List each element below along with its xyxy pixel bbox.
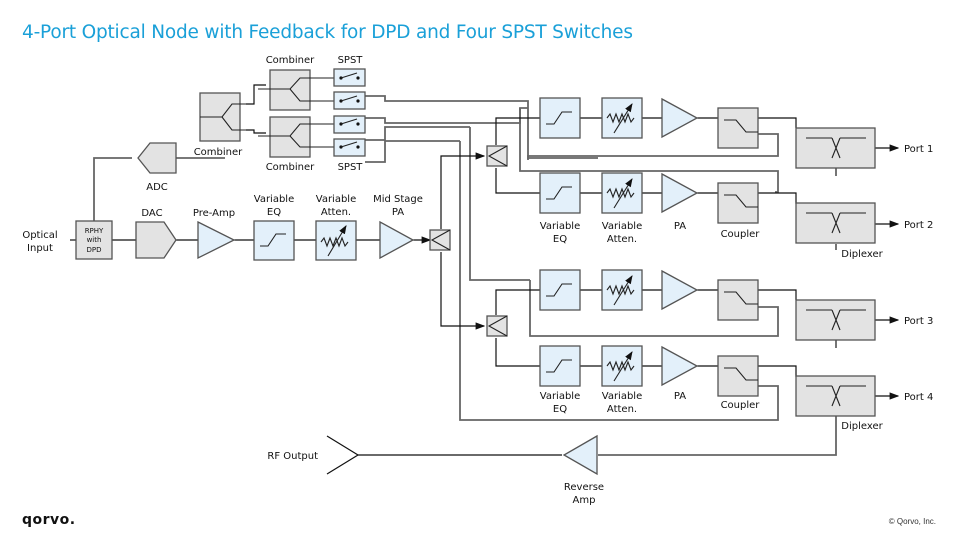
pa-1 (661, 97, 699, 139)
spst-switch-1 (333, 68, 366, 87)
combiner-bottom-label: Combiner (266, 162, 315, 173)
row2-eq-label-2: EQ (553, 234, 567, 245)
row4-att-label-2: Atten. (607, 404, 637, 415)
block-diagram: RPHY with DPD Optical Input DAC Pre-Amp … (22, 55, 933, 506)
variable-attenuator-block-main: Variable Atten. (315, 194, 357, 261)
preamp-label: Pre-Amp (193, 208, 235, 219)
row2-att-label: Variable (602, 221, 643, 232)
rf-output-label: RF Output (267, 451, 318, 462)
preamp-block: Pre-Amp (193, 208, 236, 260)
mid-stage-pa-block: Mid Stage PA (373, 194, 423, 260)
reverse-amp-block: Reverse Amp (562, 434, 604, 506)
pa-4 (661, 345, 699, 387)
pa-2 (661, 172, 699, 214)
row4-eq-label-2: EQ (553, 404, 567, 415)
splitter-top (486, 145, 508, 167)
spst-switch-3 (333, 115, 366, 134)
combiner-main-label: Combiner (194, 147, 243, 158)
pa-3 (661, 269, 699, 311)
row4-pa-label: PA (674, 391, 686, 402)
variable-eq-2 (539, 172, 581, 214)
forward-wires (70, 117, 900, 456)
variable-eq-4 (539, 345, 581, 387)
row4-eq-label: Variable (540, 391, 581, 402)
diplexer-label-1: Diplexer (841, 249, 883, 260)
dac-block: DAC (135, 208, 177, 259)
spst-switch-2 (333, 91, 366, 110)
rphy-with-dpd-block: RPHY with DPD (75, 220, 113, 260)
port-1-label: Port 1 (904, 144, 933, 155)
output-chain-2 (539, 172, 876, 244)
splitter-main (429, 229, 451, 251)
variable-eq-block-main: Variable EQ (253, 194, 295, 261)
coupler-4 (717, 355, 759, 397)
dac-label: DAC (141, 208, 162, 219)
combiner-top-block: Combiner (258, 55, 340, 111)
port-2-label: Port 2 (904, 220, 933, 231)
splitter-bottom (486, 315, 508, 337)
variable-eq-1 (539, 97, 581, 139)
rphy-label-1: RPHY (85, 227, 104, 235)
row2-eq-label: Variable (540, 221, 581, 232)
coupler-3 (717, 279, 759, 321)
variable-atten-label: Variable (316, 194, 357, 205)
variable-eq-label: Variable (254, 194, 295, 205)
spst-switch-4 (333, 138, 366, 157)
variable-eq-label-2: EQ (267, 207, 281, 218)
rf-output-connector: RF Output (267, 435, 360, 475)
row2-coupler-label: Coupler (721, 229, 761, 240)
port-3-label: Port 3 (904, 316, 933, 327)
variable-attenuator-1 (601, 97, 643, 139)
rphy-label-3: DPD (86, 246, 101, 254)
diplexer-label-2: Diplexer (841, 421, 883, 432)
combiner-top-label: Combiner (266, 55, 315, 66)
row4-coupler-label: Coupler (721, 400, 761, 411)
output-chain-3 (539, 269, 876, 341)
combiner-bottom-block: Combiner (258, 116, 340, 173)
mid-stage-label-2: PA (392, 207, 404, 218)
spst-top-label: SPST (338, 55, 364, 66)
reverse-amp-label-2: Amp (573, 495, 596, 506)
output-chain-4 (539, 345, 876, 417)
adc-block: ADC (137, 142, 177, 193)
reverse-amp-label: Reverse (564, 482, 604, 493)
variable-attenuator-3 (601, 269, 643, 311)
optical-input-label: Optical (22, 230, 57, 241)
rphy-label-2: with (87, 236, 102, 244)
variable-attenuator-4 (601, 345, 643, 387)
spst-bottom-label: SPST (338, 162, 364, 173)
combiner-main-block: Combiner (194, 84, 266, 158)
qorvo-logo: qorvo. (22, 512, 76, 528)
mid-stage-label: Mid Stage (373, 194, 423, 205)
adc-label: ADC (146, 182, 168, 193)
variable-attenuator-2 (601, 172, 643, 214)
variable-atten-label-2: Atten. (321, 207, 351, 218)
variable-eq-3 (539, 269, 581, 311)
spst-switches: SPST SPST (333, 55, 366, 173)
port-4-label: Port 4 (904, 392, 933, 403)
row2-pa-label: PA (674, 221, 686, 232)
coupler-2 (717, 182, 759, 224)
coupler-1 (717, 107, 759, 149)
row2-att-label-2: Atten. (607, 234, 637, 245)
output-chains (539, 97, 876, 417)
port-labels: Port 1 Port 2 Port 3 Port 4 (904, 144, 933, 403)
row4-att-label: Variable (602, 391, 643, 402)
copyright-text: © Qorvo, Inc. (888, 517, 936, 526)
optical-input-label-2: Input (27, 243, 53, 254)
